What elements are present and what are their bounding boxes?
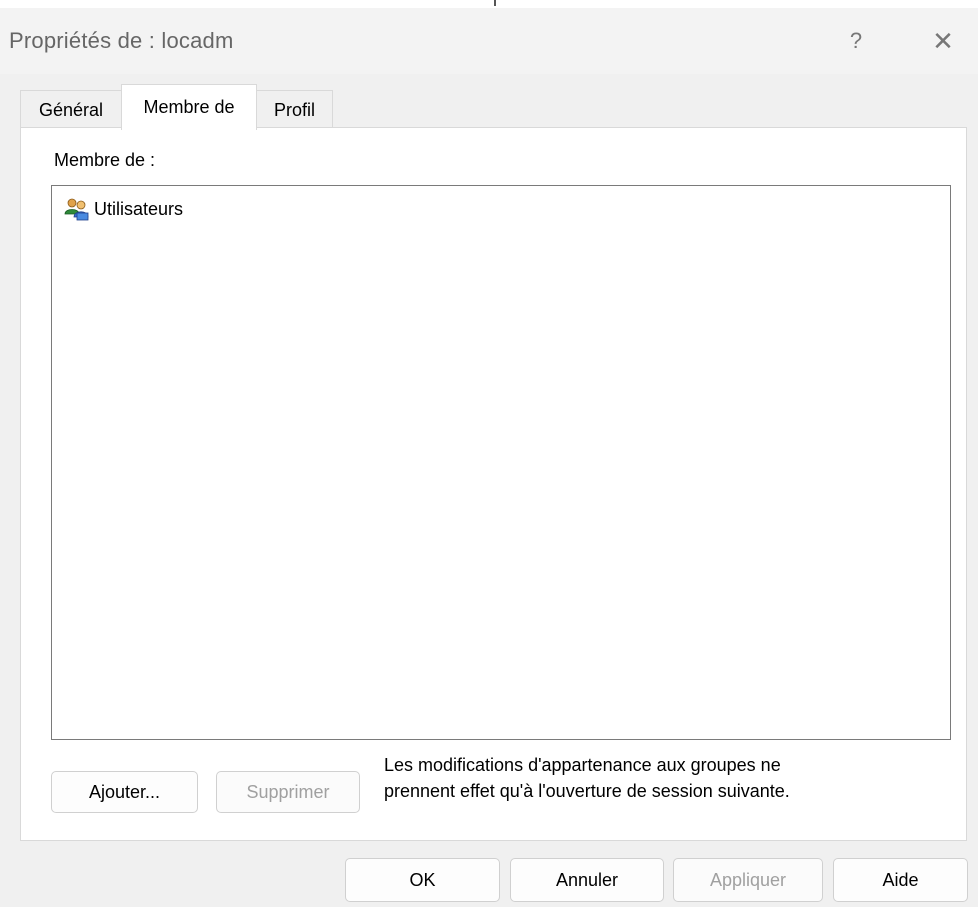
- cursor-mark: [494, 0, 496, 6]
- tab-profil[interactable]: Profil: [256, 90, 333, 128]
- member-of-label: Membre de :: [54, 150, 156, 170]
- window-title: Propriétés de : locadm: [9, 28, 234, 53]
- apply-button[interactable]: Appliquer: [673, 858, 823, 902]
- tab-general[interactable]: Général: [20, 90, 122, 128]
- help-button[interactable]: Aide: [833, 858, 968, 902]
- note-line-1: Les modifications d'appartenance aux gro…: [384, 755, 781, 775]
- membership-note: Les modifications d'appartenance aux gro…: [384, 752, 790, 804]
- add-button[interactable]: Ajouter...: [51, 771, 198, 813]
- close-icon[interactable]: ✕: [920, 22, 966, 62]
- ok-button[interactable]: OK: [345, 858, 500, 902]
- users-group-icon: [64, 197, 90, 221]
- tab-membre-de[interactable]: Membre de: [121, 84, 257, 130]
- title-bar: Propriétés de : locadm ? ✕: [0, 8, 978, 74]
- note-line-2: prennent effet qu'à l'ouverture de sessi…: [384, 781, 790, 801]
- help-icon[interactable]: ?: [836, 22, 876, 62]
- tab-panel: Membre de : Utilisateurs Ajouter... Supp…: [20, 127, 967, 841]
- group-name: Utilisateurs: [94, 198, 184, 219]
- list-item[interactable]: Utilisateurs: [64, 196, 183, 222]
- top-strip: [0, 0, 978, 8]
- groups-listbox[interactable]: Utilisateurs: [51, 185, 951, 740]
- cancel-button[interactable]: Annuler: [510, 858, 664, 902]
- remove-button[interactable]: Supprimer: [216, 771, 360, 813]
